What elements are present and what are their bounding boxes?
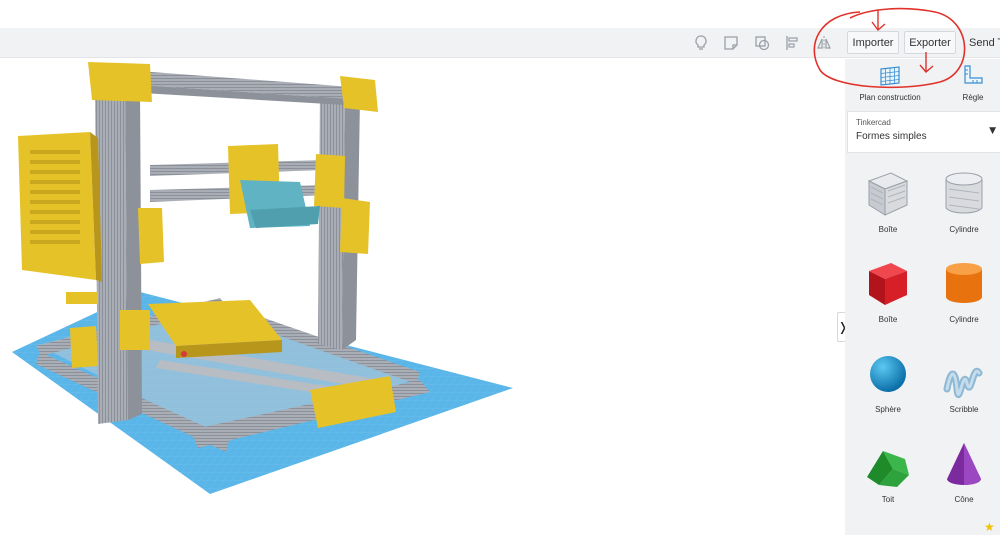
shape-scribble[interactable]: Scribble [929, 347, 999, 427]
workplane-canvas[interactable] [0, 59, 845, 535]
cylinder-hole-icon [945, 172, 983, 214]
shape-roof[interactable]: Toit [853, 437, 923, 517]
ruler-tool-label: Règle [962, 93, 984, 102]
printer-model[interactable] [0, 59, 845, 535]
mirror-icon[interactable] [813, 32, 835, 54]
shape-label: Cône [954, 495, 974, 504]
lightbulb-icon[interactable] [690, 32, 712, 54]
electronics-box [18, 132, 96, 280]
shape-box[interactable]: Boîte [853, 257, 923, 337]
workplane-grid-icon [880, 66, 900, 86]
top-strip [0, 0, 1000, 28]
shape-cylinder-hole[interactable]: Cylindre [929, 167, 999, 247]
toolbar: Importer Exporter Send To [0, 28, 1000, 58]
cone-icon [947, 443, 981, 485]
favorite-star-icon[interactable]: ★ [984, 520, 995, 534]
ruler-icon [964, 65, 983, 84]
library-selected: Formes simples [856, 131, 927, 142]
export-button[interactable]: Exporter [904, 31, 956, 54]
shape-label: Scribble [949, 405, 979, 414]
box-hole-icon [867, 172, 909, 216]
send-to-button[interactable]: Send To [969, 31, 1000, 54]
shape-box-hole[interactable]: Boîte [853, 167, 923, 247]
sphere-icon [870, 356, 906, 392]
shapes-panel: Plan construction Règle Tinkercad Formes… [845, 59, 1000, 535]
chevron-down-icon: ▼ [989, 126, 996, 136]
workplane-tool[interactable]: Plan construction [845, 63, 935, 102]
ruler-tool[interactable]: Règle [928, 63, 1000, 102]
hide-icon[interactable] [751, 32, 773, 54]
note-icon[interactable] [720, 32, 742, 54]
shape-cone[interactable]: Cône [929, 437, 999, 517]
shape-label: Toit [881, 495, 895, 504]
shape-label: Cylindre [949, 315, 979, 324]
shape-label: Cylindre [949, 225, 979, 234]
align-icon[interactable] [782, 32, 804, 54]
shape-sphere[interactable]: Sphère [853, 347, 923, 427]
import-button[interactable]: Importer [847, 31, 899, 54]
shape-cylinder[interactable]: Cylindre [929, 257, 999, 337]
shape-label: Boîte [878, 225, 898, 234]
roof-icon [867, 451, 909, 487]
library-category: Tinkercad [856, 118, 891, 127]
workplane-tool-label: Plan construction [859, 93, 921, 102]
library-selector[interactable]: Tinkercad Formes simples ▼ [847, 111, 1000, 153]
shape-label: Sphère [875, 405, 901, 414]
cylinder-orange-icon [946, 263, 982, 303]
scribble-icon [943, 367, 983, 398]
shape-label: Boîte [878, 315, 898, 324]
box-red-icon [869, 263, 907, 305]
